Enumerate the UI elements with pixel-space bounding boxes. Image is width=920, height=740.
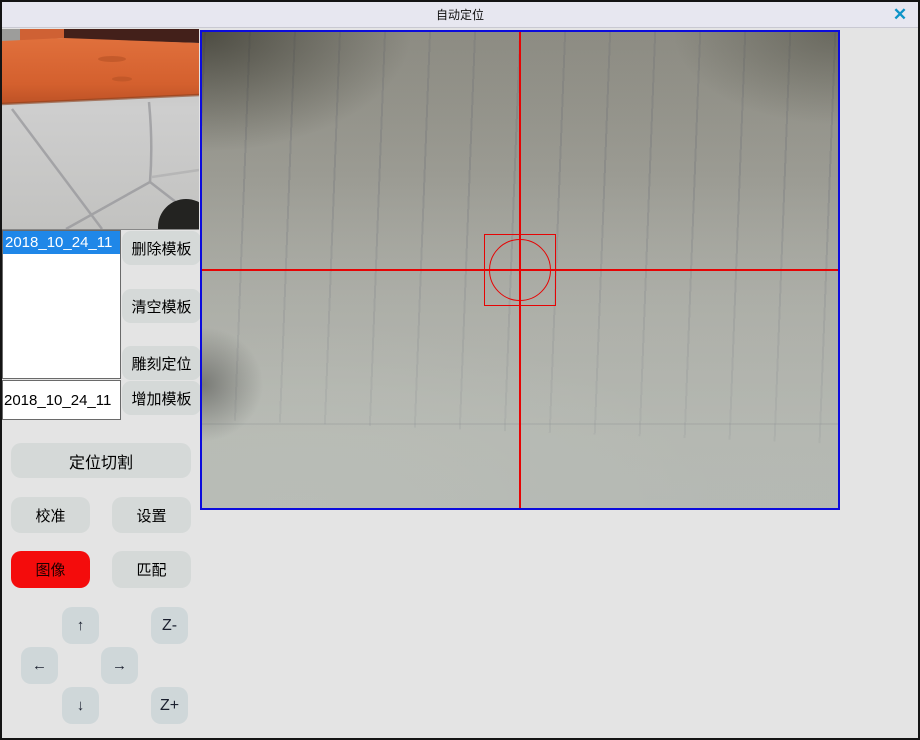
close-icon[interactable]: ✕ [890,5,910,25]
add-template-button[interactable]: 增加模板 [122,381,201,415]
arrow-right-icon: → [112,657,127,674]
jog-up-button[interactable]: ↑ [62,607,99,644]
z-minus-label: Z- [162,617,177,635]
jog-left-button[interactable]: ← [21,647,58,684]
auto-position-dialog: 自动定位 ✕ [0,0,920,740]
jog-down-button[interactable]: ↓ [62,687,99,724]
template-list-item-selected[interactable]: 2018_10_24_11 [3,231,120,254]
template-list[interactable]: 2018_10_24_11 [2,230,121,379]
match-button[interactable]: 匹配 [112,551,191,588]
position-cut-button[interactable]: 定位切割 [11,443,191,478]
jog-z-plus-button[interactable]: Z+ [151,687,188,724]
template-name-input[interactable] [2,380,121,420]
template-preview-graphic [2,29,199,229]
dialog-title: 自动定位 [436,6,484,23]
target-circle [489,239,551,301]
delete-template-button[interactable]: 删除模板 [122,231,201,265]
z-plus-label: Z+ [160,697,179,715]
engrave-position-button[interactable]: 雕刻定位 [122,346,201,380]
arrow-down-icon: ↓ [77,697,85,714]
jog-z-minus-button[interactable]: Z- [151,607,188,644]
clear-templates-button[interactable]: 清空模板 [122,289,201,323]
calibrate-button[interactable]: 校准 [11,497,90,533]
image-button-active[interactable]: 图像 [11,551,90,588]
camera-viewport[interactable] [200,30,840,510]
arrow-up-icon: ↑ [77,617,85,634]
arrow-left-icon: ← [32,657,47,674]
template-preview-image [2,29,199,230]
dialog-titlebar[interactable]: 自动定位 ✕ [2,2,918,28]
jog-right-button[interactable]: → [101,647,138,684]
settings-button[interactable]: 设置 [112,497,191,533]
